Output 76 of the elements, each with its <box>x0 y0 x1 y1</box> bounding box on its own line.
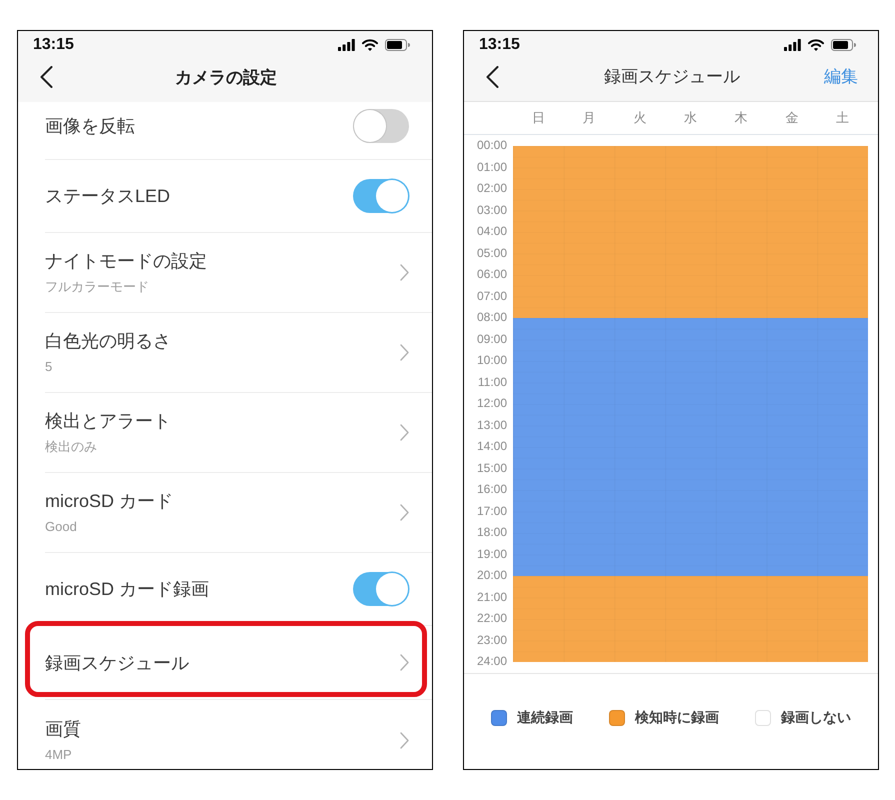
screen-title: カメラの設定 <box>175 66 277 88</box>
setting-value: フルカラーモード <box>45 278 149 296</box>
time-label: 23:00 <box>476 632 507 648</box>
time-label: 21:00 <box>476 588 507 606</box>
setting-value: 5 <box>45 358 52 376</box>
setting-label: 検出とアラート <box>45 410 171 433</box>
weekday-label: 日 <box>532 109 545 127</box>
chevron-right-icon[interactable] <box>400 344 409 361</box>
time-label: 20:00 <box>476 567 507 584</box>
time-label: 16:00 <box>476 481 507 498</box>
time-label: 04:00 <box>476 223 507 240</box>
time-label: 11:00 <box>478 374 507 390</box>
time-label: 09:00 <box>476 330 507 348</box>
setting-label: 画質 <box>45 718 81 740</box>
weekday-label: 水 <box>684 109 697 127</box>
setting-value: Good <box>45 518 77 536</box>
toggle-switch[interactable] <box>353 179 409 213</box>
signal-icon <box>338 38 355 50</box>
settings-row[interactable]: microSD カード Good <box>45 473 432 553</box>
wifi-icon <box>808 38 824 50</box>
time-label: 15:00 <box>476 460 507 476</box>
time-label: 03:00 <box>476 202 507 218</box>
legend-label: 連続録画 <box>517 709 573 728</box>
settings-row[interactable]: 検出とアラート 検出のみ <box>45 393 432 473</box>
clock-time: 13:15 <box>33 36 74 54</box>
toggle-switch[interactable] <box>353 572 409 606</box>
time-label: 06:00 <box>476 266 507 283</box>
setting-value: 検出のみ <box>45 438 97 456</box>
time-label: 10:00 <box>476 352 507 369</box>
weekday-label: 月 <box>582 109 596 127</box>
weekday-label: 火 <box>633 109 646 127</box>
settings-row[interactable]: 画質 4MP <box>45 700 432 769</box>
battery-icon <box>385 38 410 50</box>
chevron-left-icon[interactable] <box>486 66 499 88</box>
setting-label: 画像を反転 <box>45 114 135 138</box>
time-label: 08:00 <box>476 309 507 326</box>
time-label: 05:00 <box>476 244 507 262</box>
weekday-label: 木 <box>734 109 748 127</box>
time-label: 00:00 <box>476 137 507 154</box>
setting-value: 4MP <box>45 746 72 764</box>
time-label: 19:00 <box>476 546 507 562</box>
setting-label: ナイトモードの設定 <box>45 250 207 273</box>
settings-row[interactable]: ナイトモードの設定 フルカラーモード <box>45 233 432 313</box>
battery-icon <box>831 38 856 50</box>
time-label: 22:00 <box>476 610 507 627</box>
chevron-right-icon[interactable] <box>400 732 409 748</box>
clock-time: 13:15 <box>479 36 520 54</box>
time-label: 17:00 <box>476 502 507 520</box>
chevron-right-icon[interactable] <box>400 654 409 671</box>
signal-icon <box>784 38 801 50</box>
settings-row[interactable]: 録画スケジュール <box>45 626 432 700</box>
setting-label: 白色光の明るさ <box>45 330 171 353</box>
time-label: 13:00 <box>476 416 507 434</box>
chevron-right-icon[interactable] <box>400 264 409 281</box>
setting-label: 録画スケジュール <box>45 652 189 674</box>
chevron-right-icon[interactable] <box>400 504 409 521</box>
settings-row[interactable]: 白色光の明るさ 5 <box>45 313 432 393</box>
legend-label: 録画しない <box>781 709 851 728</box>
time-label: 01:00 <box>476 158 507 176</box>
time-label: 02:00 <box>476 180 507 197</box>
time-label: 18:00 <box>476 524 507 541</box>
toggle-switch[interactable] <box>353 108 409 142</box>
setting-label: microSD カード録画 <box>45 578 210 601</box>
chevron-right-icon[interactable] <box>400 424 409 441</box>
time-label: 24:00 <box>476 653 507 670</box>
time-label: 14:00 <box>476 438 507 455</box>
time-label: 12:00 <box>476 395 507 412</box>
time-label: 07:00 <box>476 288 507 304</box>
setting-label: ステータスLED <box>45 185 170 208</box>
chevron-left-icon[interactable] <box>40 66 53 88</box>
weekday-label: 金 <box>785 109 798 127</box>
screen-title: 録画スケジュール <box>604 66 740 88</box>
weekday-label: 土 <box>836 109 850 127</box>
setting-label: microSD カード <box>45 490 174 513</box>
wifi-icon <box>362 38 378 50</box>
legend-label: 検知時に録画 <box>635 709 719 728</box>
